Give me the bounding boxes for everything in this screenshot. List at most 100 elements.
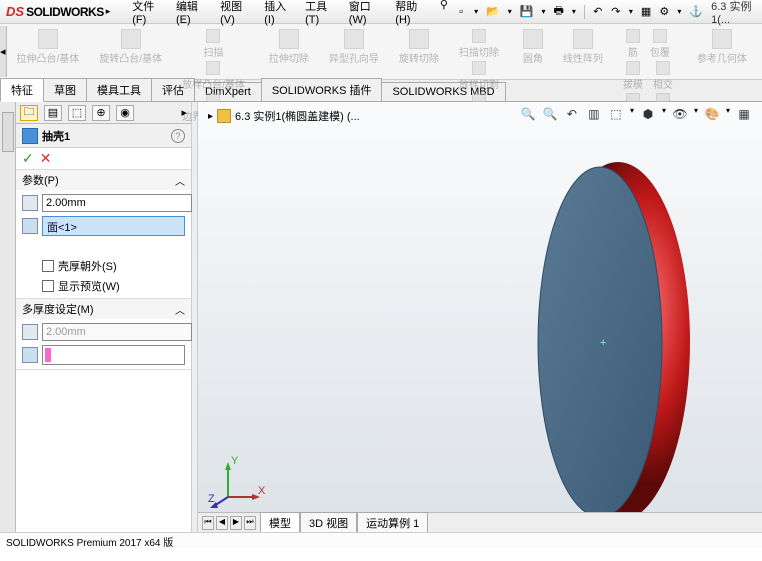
chevron-up-icon: ︿	[175, 302, 185, 317]
panel-tab-feature-tree[interactable]: 🗀	[20, 105, 38, 121]
feature-header: 抽壳1 ?	[16, 124, 191, 148]
multi-thickness-section: 多厚度设定(M)︿ ▴▾	[16, 299, 191, 370]
bottom-tabs: ⏮ ◀ ▶ ⏭ 模型 3D 视图 运动算例 1	[198, 512, 762, 532]
zoom-fit-icon[interactable]: 🔍	[520, 106, 536, 122]
logo-ds-icon: DS	[6, 4, 24, 19]
side-tab-1[interactable]	[2, 112, 14, 152]
fillet-button[interactable]: 圆角	[519, 28, 547, 66]
loft-button[interactable]: 放样凸台/基体	[178, 60, 249, 92]
view-triad[interactable]: Y X Z	[208, 452, 268, 512]
menu-pin-icon[interactable]: ⚲	[432, 0, 456, 26]
breadcrumb-text[interactable]: 6.3 实例1(椭圆盖建模) (...	[235, 108, 360, 124]
anchor-icon[interactable]: ⚓	[689, 5, 703, 19]
show-preview-checkbox[interactable]	[42, 280, 54, 292]
tab-sketch[interactable]: 草图	[43, 78, 87, 101]
chevron-up-icon: ︿	[175, 173, 185, 188]
thickness-input[interactable]	[42, 194, 192, 212]
property-panel: 🗀 ▤ ⬚ ⊕ ◉ ▸ 抽壳1 ? ✓ ✕ 参数(P)︿ ▴▾	[16, 102, 192, 532]
tab-last-icon[interactable]: ⏭	[244, 516, 256, 530]
tab-features[interactable]: 特征	[0, 78, 44, 102]
zoom-area-icon[interactable]: 🔍	[542, 106, 558, 122]
faces-list[interactable]: 面<1>	[42, 216, 185, 236]
menu-file[interactable]: 文件(F)	[124, 0, 168, 26]
viewport[interactable]: ▸ 6.3 实例1(椭圆盖建模) (... 🔍 🔍 ↶ ▥ ⬚▾ ⬢▾ 👁▾ 🎨…	[198, 102, 762, 532]
new-icon[interactable]: ▫	[456, 5, 466, 19]
bottom-tab-model[interactable]: 模型	[260, 512, 300, 533]
ok-cancel-bar: ✓ ✕	[16, 148, 191, 170]
extrude-cut-button[interactable]: 拉伸切除	[265, 28, 313, 66]
loft-cut-button[interactable]: 放样切割	[455, 60, 503, 92]
bottom-tab-3dview[interactable]: 3D 视图	[300, 512, 357, 533]
save-icon[interactable]: 💾	[520, 5, 534, 19]
params-header[interactable]: 参数(P)︿	[16, 170, 191, 190]
menu-edit[interactable]: 编辑(E)	[168, 0, 212, 26]
menu-help[interactable]: 帮助(H)	[387, 0, 432, 26]
tab-next-icon[interactable]: ▶	[230, 516, 242, 530]
intersect-button[interactable]: 相交	[649, 60, 677, 92]
panel-tab-config[interactable]: ⬚	[68, 105, 86, 121]
linear-pattern-button[interactable]: 线性阵列	[559, 28, 607, 66]
extrude-boss-button[interactable]: 拉伸凸台/基体	[13, 28, 84, 66]
ref-geom-button[interactable]: 参考几何体	[693, 28, 751, 66]
status-bar: SOLIDWORKS Premium 2017 x64 版	[0, 532, 762, 548]
multi-thickness-input[interactable]	[42, 323, 192, 341]
params-section: 参数(P)︿ ▴▾ 面<1> 壳厚朝外(S) 显示预览(W)	[16, 170, 191, 299]
display-style-icon[interactable]: ⬢	[640, 106, 656, 122]
tab-mold[interactable]: 模具工具	[86, 78, 152, 101]
breadcrumb-arrow-icon[interactable]: ▸	[208, 111, 213, 122]
options-icon[interactable]: ⚙	[659, 5, 669, 19]
apply-scene-icon[interactable]: ▦	[736, 106, 752, 122]
edit-appearance-icon[interactable]: 🎨	[704, 106, 720, 122]
menu-window[interactable]: 窗口(W)	[341, 0, 388, 26]
main-area: 🗀 ▤ ⬚ ⊕ ◉ ▸ 抽壳1 ? ✓ ✕ 参数(P)︿ ▴▾	[0, 102, 762, 532]
panel-tab-property[interactable]: ▤	[44, 105, 62, 121]
cancel-button[interactable]: ✕	[40, 150, 52, 167]
divider	[584, 5, 585, 19]
rebuild-icon[interactable]: ▦	[641, 5, 651, 19]
title-bar: DS SOLIDWORKS ▸ 文件(F) 编辑(E) 视图(V) 插入(I) …	[0, 0, 762, 24]
view-orient-icon[interactable]: ⬚	[608, 106, 624, 122]
tab-addins[interactable]: SOLIDWORKS 插件	[261, 78, 383, 101]
draft-button[interactable]: 拔模	[619, 60, 647, 92]
faces-icon	[22, 218, 38, 234]
menu-tools[interactable]: 工具(T)	[297, 0, 341, 26]
shell-feature-icon	[22, 128, 38, 144]
shell-outward-label: 壳厚朝外(S)	[58, 258, 117, 274]
hole-wizard-button[interactable]: 异型孔向导	[325, 28, 383, 66]
panel-tabs: 🗀 ▤ ⬚ ⊕ ◉ ▸	[16, 102, 191, 124]
sweep-button[interactable]: 扫描	[199, 28, 227, 60]
undo-icon[interactable]: ↶	[593, 5, 603, 19]
ok-button[interactable]: ✓	[22, 150, 34, 167]
tab-first-icon[interactable]: ⏮	[202, 516, 214, 530]
part-icon	[217, 109, 231, 123]
selection-highlight	[45, 348, 51, 362]
open-icon[interactable]: 📂	[486, 5, 500, 19]
dropdown-icon[interactable]: ▸	[106, 6, 111, 17]
shell-outward-checkbox[interactable]	[42, 260, 54, 272]
section-view-icon[interactable]: ▥	[586, 106, 602, 122]
menu-view[interactable]: 视图(V)	[212, 0, 256, 26]
revolve-cut-button[interactable]: 旋转切除	[395, 28, 443, 66]
panel-tab-dim[interactable]: ⊕	[92, 105, 110, 121]
multi-header[interactable]: 多厚度设定(M)︿	[16, 299, 191, 319]
menu-bar: 文件(F) 编辑(E) 视图(V) 插入(I) 工具(T) 窗口(W) 帮助(H…	[124, 0, 456, 26]
breadcrumb: ▸ 6.3 实例1(椭圆盖建模) (...	[208, 108, 360, 124]
revolve-boss-button[interactable]: 旋转凸台/基体	[95, 28, 166, 66]
side-tabs	[0, 102, 16, 532]
rib-button[interactable]: 筋	[622, 28, 644, 60]
prev-view-icon[interactable]: ↶	[564, 106, 580, 122]
svg-text:X: X	[258, 485, 266, 497]
tab-prev-icon[interactable]: ◀	[216, 516, 228, 530]
hide-show-icon[interactable]: 👁	[672, 106, 688, 122]
bottom-tab-motion[interactable]: 运动算例 1	[357, 512, 428, 533]
print-icon[interactable]: 🖶	[554, 5, 564, 19]
wrap-button[interactable]: 包覆	[646, 28, 674, 60]
origin-marker: +	[600, 337, 606, 349]
menu-insert[interactable]: 插入(I)	[256, 0, 297, 26]
help-icon[interactable]: ?	[171, 129, 185, 143]
redo-icon[interactable]: ↷	[611, 5, 621, 19]
ribbon: ◂ 拉伸凸台/基体 旋转凸台/基体 扫描 放样凸台/基体 边界凸台/基体 拉伸切…	[0, 24, 762, 80]
multi-faces-list[interactable]	[42, 345, 185, 365]
sweep-cut-button[interactable]: 扫描切除	[455, 28, 503, 60]
panel-tab-appearance[interactable]: ◉	[116, 105, 134, 121]
